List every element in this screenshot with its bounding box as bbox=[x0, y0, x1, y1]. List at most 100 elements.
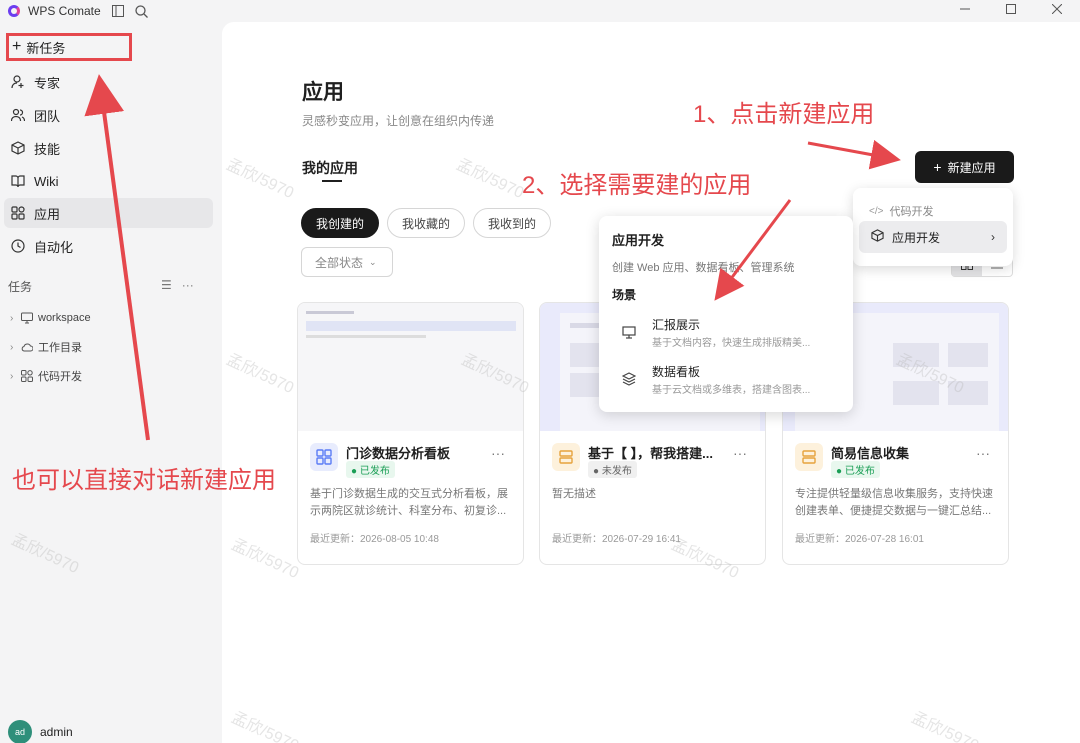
monitor-icon bbox=[20, 311, 34, 325]
tab-received[interactable]: 我收到的 bbox=[473, 208, 552, 238]
plus-icon: + bbox=[933, 159, 942, 175]
book-icon bbox=[10, 173, 26, 189]
sidebar-item-label: 专家 bbox=[34, 75, 61, 91]
tree-item-code-dev[interactable]: › 代码开发 bbox=[10, 366, 82, 386]
tree-item-work-directory[interactable]: › 工作目录 bbox=[10, 337, 82, 357]
card-description: 暂无描述 bbox=[552, 488, 596, 500]
chevron-right-icon: › bbox=[10, 370, 14, 382]
app-logo-icon bbox=[8, 5, 20, 17]
tab-favorited[interactable]: 我收藏的 bbox=[387, 208, 466, 238]
annotation-alt: 也可以直接对话新建应用 bbox=[12, 467, 276, 494]
new-app-label: 新建应用 bbox=[947, 160, 996, 175]
status-filter-select[interactable]: 全部状态 ⌄ bbox=[301, 247, 393, 277]
tree-item-label: 代码开发 bbox=[38, 371, 82, 383]
sidebar-item-skills[interactable]: 技能 bbox=[4, 133, 213, 163]
scene-item-name: 汇报展示 bbox=[652, 318, 701, 332]
chevron-right-icon: › bbox=[991, 230, 995, 244]
code-icon: </> bbox=[869, 205, 884, 217]
dashboard-icon bbox=[310, 443, 338, 471]
sidebar-item-label: 团队 bbox=[34, 108, 61, 124]
more-icon[interactable]: ··· bbox=[733, 445, 747, 461]
app-dev-submenu: 应用开发 创建 Web 应用、数据看板、管理系统 场景 汇报展示 基于文档内容，… bbox=[599, 216, 853, 412]
apps-icon bbox=[10, 205, 26, 221]
status-filter-value: 全部状态 bbox=[315, 255, 364, 270]
plus-icon: + bbox=[12, 38, 22, 55]
stack-icon bbox=[795, 443, 823, 471]
sidebar-toggle-icon[interactable] bbox=[111, 4, 125, 18]
sidebar-item-label: 应用 bbox=[34, 206, 61, 222]
menu-category: </> 代码开发 bbox=[869, 205, 934, 219]
sidebar-item-experts[interactable]: 专家 bbox=[4, 67, 213, 97]
app-title: WPS Comate bbox=[28, 4, 101, 18]
scene-item-desc: 基于文档内容，快速生成排版精美... bbox=[652, 338, 811, 349]
sidebar-item-label: Wiki bbox=[34, 173, 59, 189]
search-icon[interactable] bbox=[135, 4, 149, 18]
apps-icon bbox=[20, 369, 34, 383]
submenu-description: 创建 Web 应用、数据看板、管理系统 bbox=[612, 262, 795, 274]
sidebar-item-label: 技能 bbox=[34, 141, 61, 157]
clock-icon bbox=[10, 238, 26, 254]
my-apps-tab[interactable]: 我的应用 bbox=[302, 158, 358, 178]
status-badge: ● 已发布 bbox=[346, 461, 395, 478]
cloud-icon bbox=[20, 340, 34, 354]
card-updated: 最近更新：2026-07-29 16:41 bbox=[552, 534, 681, 545]
status-badge: ● 未发布 bbox=[588, 461, 637, 478]
tab-underline bbox=[322, 180, 342, 182]
team-icon bbox=[10, 107, 26, 123]
tree-item-label: workspace bbox=[38, 312, 91, 324]
sidebar-item-automation[interactable]: 自动化 bbox=[4, 231, 213, 261]
scene-item-name: 数据看板 bbox=[652, 365, 701, 379]
sidebar-item-wiki[interactable]: Wiki bbox=[4, 166, 213, 196]
user-profile[interactable]: ad admin bbox=[8, 720, 73, 743]
window-controls bbox=[942, 0, 1080, 22]
card-description: 基于门诊数据生成的交互式分析看板，展示两院区就诊统计、科室分布、初复诊... bbox=[310, 488, 508, 517]
filter-list-icon[interactable]: ☰ bbox=[161, 278, 172, 292]
annotation-step2: 2、选择需要建的应用 bbox=[522, 172, 752, 199]
card-title: 基于【 】，帮我搭建... bbox=[588, 446, 713, 461]
cube-icon bbox=[871, 229, 884, 245]
tree-item-workspace[interactable]: › workspace bbox=[10, 308, 91, 328]
sidebar-item-label: 自动化 bbox=[34, 239, 74, 255]
app-card[interactable]: 门诊数据分析看板 ● 已发布 ··· 基于门诊数据生成的交互式分析看板，展示两院… bbox=[297, 302, 524, 565]
minimize-button[interactable] bbox=[942, 0, 988, 18]
tree-item-label: 工作目录 bbox=[38, 342, 82, 354]
tab-created-by-me[interactable]: 我创建的 bbox=[301, 208, 380, 238]
card-title: 简易信息收集 bbox=[831, 446, 910, 461]
menu-item-app-dev[interactable]: 应用开发 › bbox=[859, 221, 1007, 253]
presentation-icon bbox=[619, 322, 639, 342]
avatar: ad bbox=[8, 720, 32, 743]
scene-label: 场景 bbox=[612, 288, 637, 302]
new-app-menu: </> 代码开发 应用开发 › bbox=[853, 188, 1013, 266]
card-title: 门诊数据分析看板 bbox=[346, 446, 451, 461]
more-icon[interactable]: ··· bbox=[976, 445, 990, 461]
layers-icon bbox=[619, 369, 639, 389]
card-updated: 最近更新：2026-08-05 10:48 bbox=[310, 534, 439, 545]
card-thumbnail bbox=[298, 303, 523, 431]
scene-item-dashboard[interactable]: 数据看板 基于云文档或多维表，搭建含图表... bbox=[619, 363, 839, 399]
sidebar-item-team[interactable]: 团队 bbox=[4, 100, 213, 130]
close-button[interactable] bbox=[1034, 0, 1080, 18]
menu-item-label: 应用开发 bbox=[892, 230, 941, 245]
annotation-step1: 1、点击新建应用 bbox=[693, 101, 875, 128]
stack-icon bbox=[552, 443, 580, 471]
status-badge: ● 已发布 bbox=[831, 461, 880, 478]
tasks-section-label: 任务 bbox=[8, 280, 33, 294]
card-updated: 最近更新：2026-07-28 16:01 bbox=[795, 534, 924, 545]
cube-icon bbox=[10, 140, 26, 156]
sidebar-item-apps[interactable]: 应用 bbox=[4, 198, 213, 228]
new-task-label: 新任务 bbox=[26, 40, 66, 56]
user-name: admin bbox=[40, 725, 73, 739]
person-add-icon bbox=[10, 74, 26, 90]
more-icon[interactable]: ··· bbox=[182, 278, 194, 292]
chevron-right-icon: › bbox=[10, 341, 14, 353]
new-app-button[interactable]: + 新建应用 bbox=[915, 151, 1014, 183]
page-subtitle: 灵感秒变应用，让创意在组织内传递 bbox=[302, 114, 495, 128]
chevron-right-icon: › bbox=[10, 312, 14, 324]
chevron-down-icon: ⌄ bbox=[369, 256, 377, 267]
submenu-title: 应用开发 bbox=[612, 233, 665, 248]
scene-item-report[interactable]: 汇报展示 基于文档内容，快速生成排版精美... bbox=[619, 316, 839, 352]
more-icon[interactable]: ··· bbox=[491, 445, 505, 461]
title-bar: WPS Comate bbox=[0, 0, 1080, 22]
new-task-button[interactable]: + 新任务 bbox=[6, 33, 132, 61]
maximize-button[interactable] bbox=[988, 0, 1034, 18]
